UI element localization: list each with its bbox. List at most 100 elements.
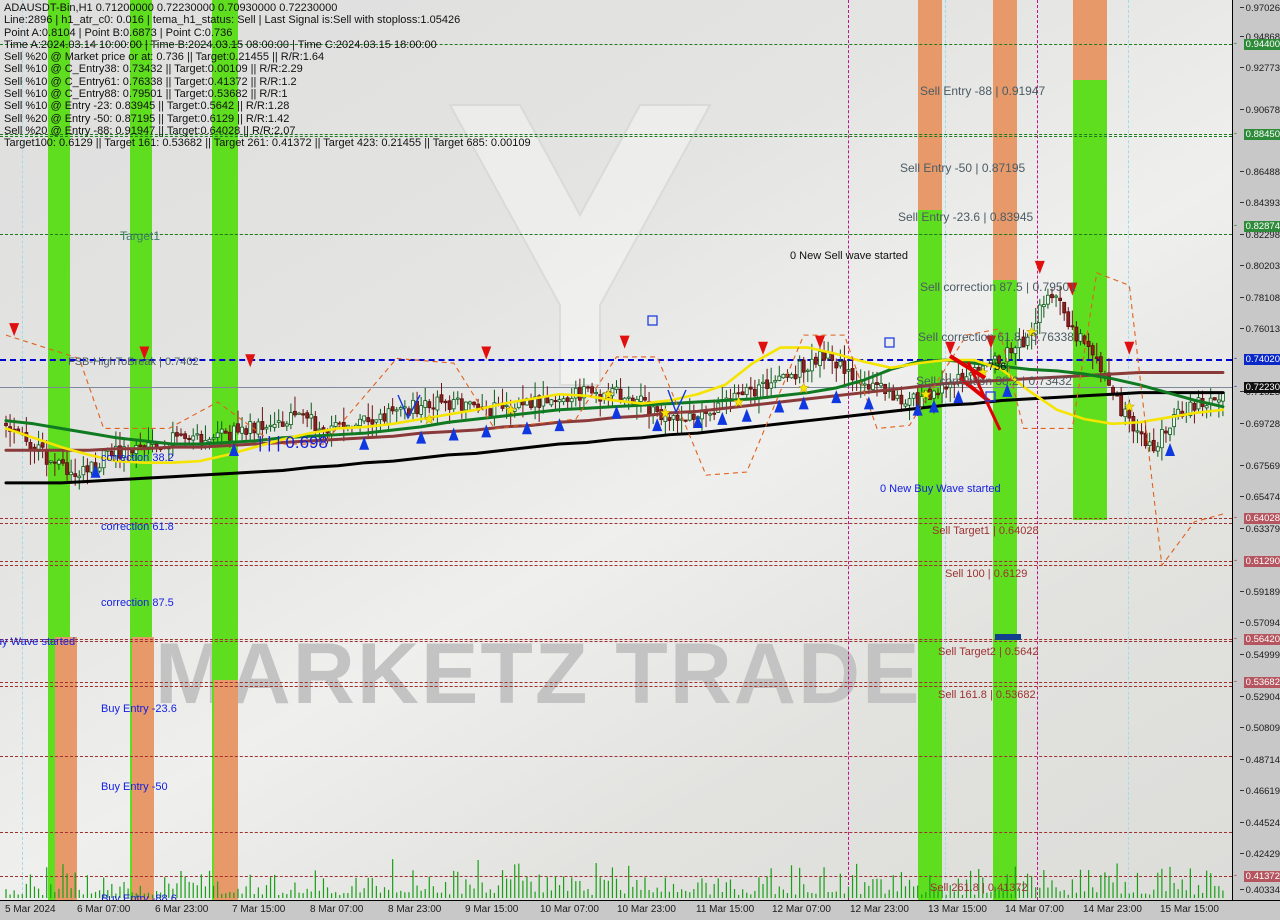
buy-arrow-icon (448, 427, 459, 441)
candle-body (313, 416, 318, 431)
price-badge: 0.64028 (1243, 513, 1280, 524)
price-tick: 0.50809 (1239, 723, 1280, 734)
price-tick: 0.42429 (1239, 849, 1280, 860)
header-line-4: Sell %20 @ Market price or at: 0.736 || … (4, 51, 325, 64)
chart-plot-area[interactable]: MARKETZ TRADE Target1 Sell Entry -88 | 0.… (0, 0, 1232, 900)
candle-body (264, 427, 269, 430)
candle-body (993, 355, 997, 360)
candle-body (614, 386, 619, 390)
candle-body (370, 419, 375, 425)
candle-body (862, 383, 867, 386)
candle-body (667, 417, 672, 421)
candle-body (814, 356, 818, 365)
candle-body (1086, 340, 1091, 347)
candle-body (773, 380, 778, 383)
price-tick: 0.63379 (1239, 524, 1280, 535)
candle-body (769, 382, 774, 389)
candle-body (305, 412, 310, 419)
candle-body (272, 423, 277, 428)
buy-arrow-icon (741, 408, 752, 422)
candle-body (1098, 356, 1103, 373)
candle-body (211, 437, 216, 440)
candle-body (427, 401, 432, 409)
candle-body (57, 459, 61, 465)
buy-arrow-icon (863, 396, 874, 410)
candle-body (671, 415, 676, 420)
price-tick: 0.57094 (1239, 618, 1280, 629)
candle-body (390, 406, 395, 412)
candle-body (1074, 326, 1079, 342)
annotation-price-mark-698: | | | 0.698 (258, 433, 328, 452)
candle-body (236, 423, 240, 433)
time-tick: 12 Mar 23:00 (850, 904, 909, 915)
candle-body (1216, 399, 1221, 403)
candle-body (1050, 294, 1054, 299)
label-sell-target2: Sell Target2 | 0.5642 (938, 646, 1039, 658)
candle-body (89, 461, 94, 473)
price-tick: 0.67569 (1239, 461, 1280, 472)
label-target1: Target1 (120, 229, 161, 243)
candle-body (846, 369, 851, 372)
candle-body (903, 403, 908, 407)
candle-body (809, 358, 814, 372)
star-marker-icon (423, 413, 435, 425)
header-line-1: Line:2896 | h1_atr_c0: 0.016 | tema_h1_s… (4, 14, 461, 27)
label-sell-1618: Sell 161.8 | 0.53682 (938, 689, 1036, 701)
candle-body (386, 408, 391, 424)
price-badge-tick: - (1234, 870, 1237, 880)
annotation-fsb-high-to-break: FSB-HighToBreak | 0.7402 (68, 356, 199, 368)
candle-body (44, 449, 49, 465)
candle-body (683, 419, 688, 422)
candle-body (1090, 345, 1095, 356)
sell-arrow-icon (815, 335, 825, 349)
candle-body (553, 400, 558, 403)
chart-window: MARKETZ TRADE Target1 Sell Entry -88 | 0.… (0, 0, 1280, 920)
candle-body (431, 407, 436, 410)
price-axis[interactable]: 0.97026 0.94868 0.92773 0.90678 0.86488 0.843… (1232, 0, 1280, 900)
candle-body (708, 413, 713, 416)
candle-body (516, 401, 521, 409)
candle-body (268, 424, 273, 427)
candle-body (435, 396, 440, 411)
candle-body (317, 428, 322, 431)
candle-body (223, 430, 228, 434)
label-correction-875: correction 87.5 (101, 597, 174, 609)
candle-body (309, 414, 314, 419)
annotation-new-buy-wave: 0 New Buy Wave started (880, 483, 1001, 495)
header-line-0: ADAUSDT-Bin,H1 0.71200000 0.72230000 0.7… (4, 2, 338, 14)
time-axis[interactable]: 5 Mar 2024 6 Mar 07:00 6 Mar 23:00 7 Mar 15… (0, 900, 1280, 920)
candle-body (936, 392, 940, 396)
candle-body (1041, 304, 1046, 308)
candle-body (40, 442, 45, 448)
price-tick: 0.44524 (1239, 818, 1280, 829)
candle-body (439, 394, 444, 403)
candle-body (288, 412, 293, 426)
candle-body (345, 424, 350, 428)
candle-body (244, 428, 249, 435)
label-sell-2618: Sell 261.8 | 0.41372 (930, 882, 1028, 894)
price-tick: 0.69728 (1239, 419, 1280, 430)
candle-body (1013, 347, 1018, 354)
candle-body (777, 375, 782, 381)
label-sell-target1: Sell Target1 | 0.64028 (932, 525, 1039, 537)
buy-arrow-icon (521, 421, 532, 435)
buy-arrow-icon (481, 424, 492, 438)
candle-body (573, 387, 578, 399)
header-line-7: Sell %10 @ C_Entry88: 0.79501 || Target:… (4, 88, 288, 101)
candle-body (443, 400, 448, 404)
candle-body (748, 386, 753, 390)
label-sell-100: Sell 100 | 0.6129 (945, 568, 1028, 580)
buy-arrow-icon (717, 411, 728, 425)
candle-body (757, 384, 761, 399)
sell-arrow-icon (9, 323, 20, 337)
time-tick: 6 Mar 23:00 (155, 904, 209, 915)
price-tick: 0.48714 (1239, 755, 1280, 766)
candle-body (1192, 402, 1197, 411)
candle-body (1159, 429, 1164, 449)
candle-body (297, 412, 301, 415)
candle-body (28, 442, 33, 450)
candle-body (797, 360, 802, 378)
candle-body (712, 412, 717, 415)
candle-body (744, 387, 749, 395)
time-tick: 5 Mar 2024 (5, 904, 56, 915)
